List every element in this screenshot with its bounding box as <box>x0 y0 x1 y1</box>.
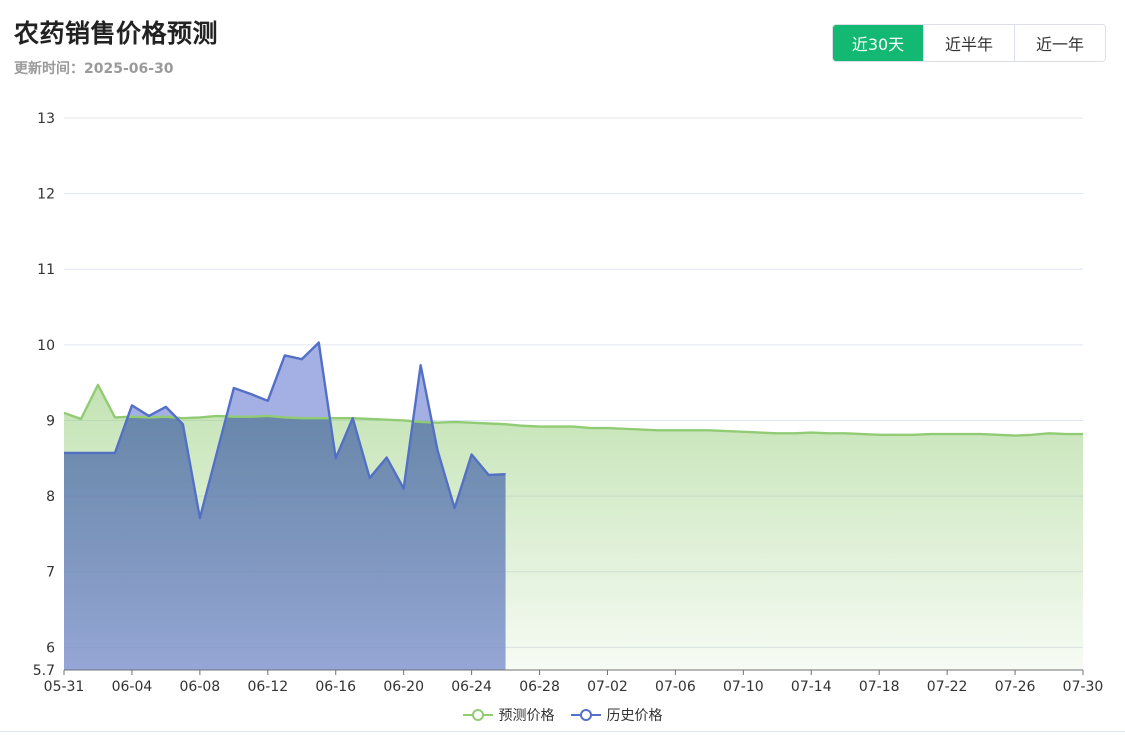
y-tick-label: 5.7 <box>33 663 55 679</box>
x-tick-label: 07-06 <box>655 679 696 695</box>
x-tick-label: 06-20 <box>383 679 424 695</box>
x-tick-label: 06-16 <box>315 679 356 695</box>
bottom-border <box>0 731 1125 732</box>
y-tick-label: 8 <box>46 489 55 505</box>
price-chart: 5.7 6 7 8 9 10 11 12 13 05-31 06-04 06-08 06-12 06-16… <box>33 111 1104 695</box>
x-tick-label: 06-12 <box>247 679 288 695</box>
x-tick-label: 07-30 <box>1063 679 1104 695</box>
x-tick-label: 07-14 <box>791 679 832 695</box>
x-tick-label: 07-10 <box>723 679 764 695</box>
legend-item-forecast[interactable]: 预测价格 <box>462 705 555 725</box>
x-tick-label: 06-24 <box>451 679 492 695</box>
legend-item-history[interactable]: 历史价格 <box>570 705 663 725</box>
chart-legend: 预测价格 历史价格 <box>0 705 1125 725</box>
legend-history-marker <box>570 709 601 721</box>
x-tick-label: 07-18 <box>859 679 900 695</box>
y-tick-label: 9 <box>46 413 55 429</box>
legend-history-label: 历史价格 <box>606 708 663 724</box>
y-tick-label: 7 <box>46 565 55 581</box>
x-tick-label: 07-02 <box>587 679 628 695</box>
x-tick-label: 06-28 <box>519 679 560 695</box>
x-tick-label: 05-31 <box>44 679 85 695</box>
x-tick-label: 06-08 <box>180 679 221 695</box>
y-tick-label: 6 <box>46 640 55 656</box>
y-tick-label: 13 <box>37 111 55 127</box>
x-tick-label: 06-04 <box>112 679 153 695</box>
x-tick-label: 07-22 <box>927 679 968 695</box>
legend-forecast-label: 预测价格 <box>498 708 555 724</box>
legend-forecast-marker <box>462 709 493 721</box>
y-tick-label: 11 <box>37 262 55 278</box>
y-tick-label: 10 <box>37 338 55 354</box>
y-tick-label: 12 <box>37 187 55 203</box>
x-tick-label: 07-26 <box>995 679 1036 695</box>
